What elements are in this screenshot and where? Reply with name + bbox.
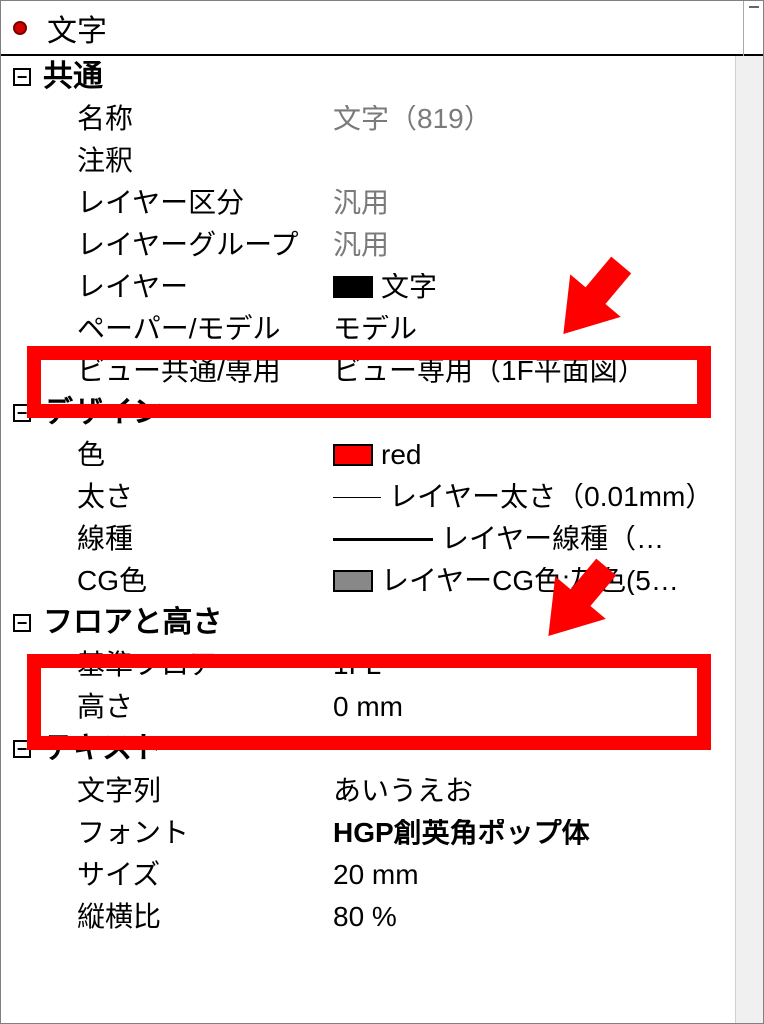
row-linetype[interactable]: 線種 レイヤー線種（… (1, 518, 763, 560)
row-font-size[interactable]: サイズ 20 mm (1, 854, 763, 896)
value[interactable]: 汎用 (333, 189, 763, 217)
color-swatch-icon (333, 444, 373, 466)
label: フォント (43, 819, 333, 847)
section-header-text[interactable]: − テキスト (1, 728, 763, 770)
collapse-toggle-icon[interactable]: − (13, 404, 31, 422)
label: 線種 (43, 525, 333, 553)
property-grid: − 共通 名称 文字（819） 注釈 レイヤー区分 汎用 レイヤーグループ 汎用… (1, 56, 763, 1023)
dropdown-button[interactable] (743, 1, 763, 56)
line-weight-icon (333, 497, 381, 498)
row-aspect-ratio[interactable]: 縦横比 80 % (1, 896, 763, 938)
value[interactable]: 0 mm (333, 693, 763, 721)
section-title: デザイン (43, 398, 163, 428)
value[interactable]: 文字 (333, 273, 763, 301)
row-base-floor[interactable]: 基準フロア 1FL (1, 644, 763, 686)
value-text: レイヤーCG色:灰色(5… (381, 567, 679, 595)
value-text: red (381, 441, 421, 469)
value[interactable]: あいうえお (333, 777, 763, 805)
panel-title: 文字 (47, 6, 107, 50)
label: レイヤー区分 (43, 189, 333, 217)
value-text: 文字 (381, 273, 437, 301)
value[interactable]: レイヤー線種（… (333, 525, 763, 553)
row-text-string[interactable]: 文字列 あいうえお (1, 770, 763, 812)
section-title: フロアと高さ (43, 608, 222, 638)
label: 色 (43, 441, 333, 469)
row-font[interactable]: フォント HGP創英角ポップ体 (1, 812, 763, 854)
value[interactable]: 1FL (333, 651, 763, 679)
label: 基準フロア (43, 651, 333, 679)
row-name[interactable]: 名称 文字（819） (1, 98, 763, 140)
section-title: 共通 (43, 62, 103, 92)
label: 注釈 (43, 147, 333, 175)
color-swatch-icon (333, 570, 373, 592)
row-height[interactable]: 高さ 0 mm (1, 686, 763, 728)
label: 高さ (43, 693, 333, 721)
chevron-down-icon (748, 5, 760, 15)
row-layer-group[interactable]: レイヤーグループ 汎用 (1, 224, 763, 266)
collapse-toggle-icon[interactable]: − (13, 614, 31, 632)
value[interactable]: red (333, 441, 763, 469)
row-view[interactable]: ビュー共通/専用 ビュー専用（1F平面図） (1, 350, 763, 392)
value[interactable]: 汎用 (333, 231, 763, 259)
row-layer-class[interactable]: レイヤー区分 汎用 (1, 182, 763, 224)
value[interactable]: ビュー専用（1F平面図） (333, 357, 763, 385)
label: レイヤーグループ (43, 231, 333, 259)
value[interactable]: HGP創英角ポップ体 (333, 819, 763, 847)
label: ペーパー/モデル (43, 315, 333, 343)
record-dot-icon (13, 21, 27, 35)
label: サイズ (43, 861, 333, 889)
value-text: レイヤー線種（… (441, 525, 664, 553)
section-header-floor[interactable]: − フロアと高さ (1, 602, 763, 644)
label: 太さ (43, 483, 333, 511)
section-header-design[interactable]: − デザイン (1, 392, 763, 434)
value[interactable]: レイヤー太さ（0.01mm） (333, 483, 763, 511)
value[interactable]: 20 mm (333, 861, 763, 889)
row-note[interactable]: 注釈 (1, 140, 763, 182)
section-title: テキスト (43, 734, 162, 764)
panel-header: 文字 (1, 1, 763, 56)
label: CG色 (43, 567, 333, 595)
row-cg-color[interactable]: CG色 レイヤーCG色:灰色(5… (1, 560, 763, 602)
row-layer[interactable]: レイヤー 文字 (1, 266, 763, 308)
label: 名称 (43, 105, 333, 133)
label: 文字列 (43, 777, 333, 805)
color-swatch-icon (333, 276, 373, 298)
value[interactable]: 80 % (333, 903, 763, 931)
label: 縦横比 (43, 903, 333, 931)
collapse-toggle-icon[interactable]: − (13, 740, 31, 758)
value[interactable]: レイヤーCG色:灰色(5… (333, 567, 763, 595)
value[interactable]: 文字（819） (333, 105, 763, 133)
line-type-icon (333, 538, 433, 541)
collapse-toggle-icon[interactable]: − (13, 68, 31, 86)
value[interactable]: モデル (333, 315, 763, 343)
label: ビュー共通/専用 (43, 357, 333, 385)
label: レイヤー (43, 273, 333, 301)
section-header-common[interactable]: − 共通 (1, 56, 763, 98)
row-paper-model[interactable]: ペーパー/モデル モデル (1, 308, 763, 350)
value-text: レイヤー太さ（0.01mm） (389, 483, 713, 511)
row-weight[interactable]: 太さ レイヤー太さ（0.01mm） (1, 476, 763, 518)
row-color[interactable]: 色 red (1, 434, 763, 476)
